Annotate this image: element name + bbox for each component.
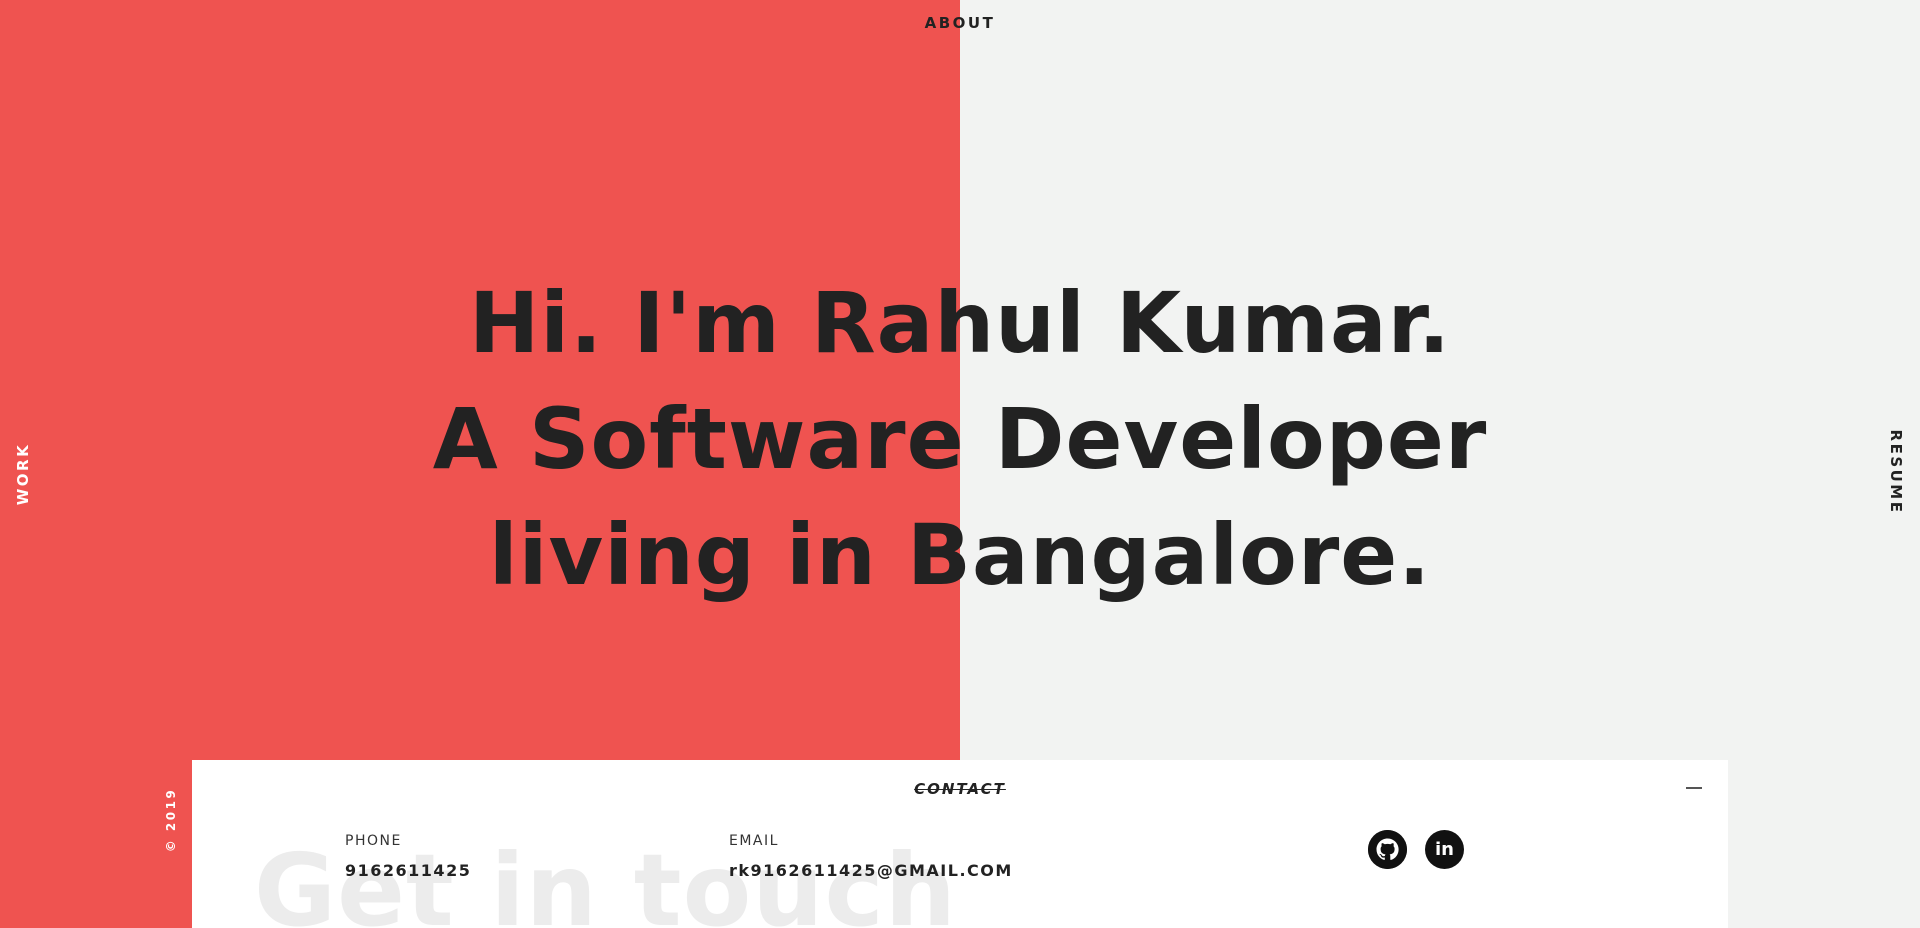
hero-heading: Hi. I'm Rahul Kumar. A Software Develope… (0, 265, 1920, 613)
linkedin-glyph: in (1435, 839, 1454, 860)
social-links: in (1368, 830, 1464, 869)
phone-value[interactable]: 9162611425 (345, 861, 471, 880)
nav-work-link[interactable]: WORK (14, 443, 32, 505)
nav-resume-link[interactable]: RESUME (1887, 430, 1905, 515)
email-label: EMAIL (729, 833, 779, 849)
page: ABOUT WORK RESUME Hi. I'm Rahul Kumar. A… (0, 0, 1920, 928)
phone-block: PHONE 9162611425 (345, 833, 471, 880)
linkedin-icon[interactable]: in (1425, 830, 1464, 869)
contact-title: CONTACT (914, 780, 1006, 798)
collapse-contact-button[interactable] (1684, 782, 1704, 794)
email-block: EMAIL rk9162611425@GMAIL.COM (729, 833, 1013, 880)
github-icon[interactable] (1368, 830, 1407, 869)
hero-line-2: A Software Developer (432, 390, 1488, 488)
phone-label: PHONE (345, 833, 402, 849)
email-value[interactable]: rk9162611425@GMAIL.COM (729, 861, 1013, 880)
nav-about-link[interactable]: ABOUT (0, 14, 1920, 32)
hero-line-1: Hi. I'm Rahul Kumar. (469, 274, 1451, 372)
contact-card: Get in touch CONTACT PHONE 9162611425 EM… (192, 760, 1728, 928)
hero-line-3: living in Bangalore. (488, 506, 1432, 604)
copyright-text: © 2019 (164, 787, 178, 853)
